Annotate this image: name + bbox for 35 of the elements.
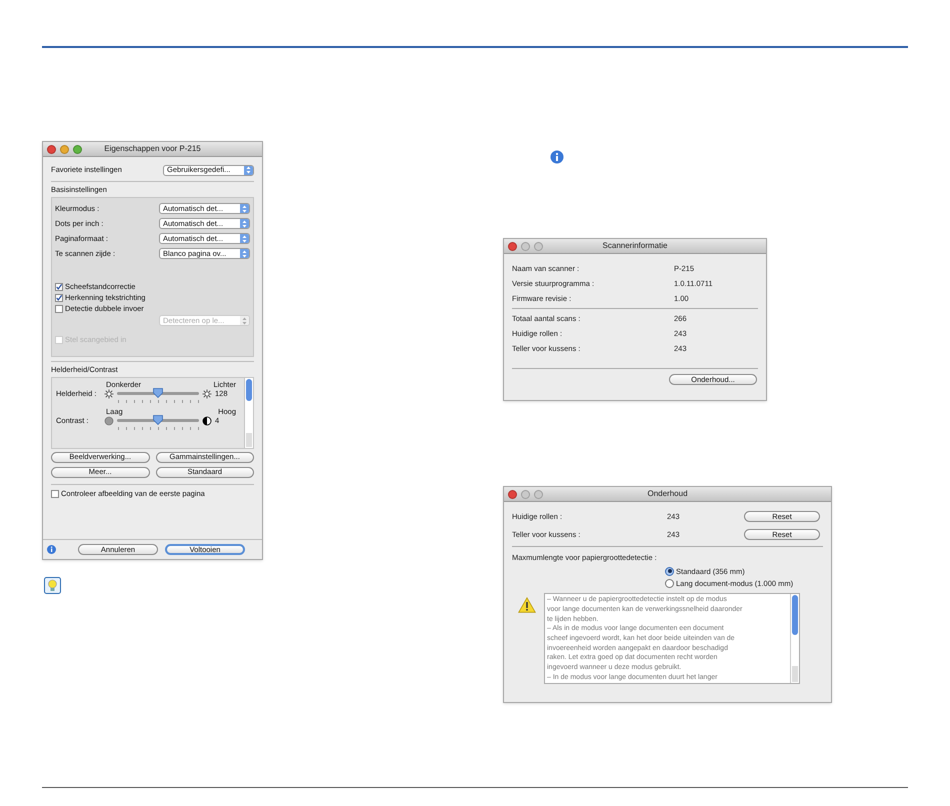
close-button[interactable]	[508, 490, 517, 498]
dim-sun-icon	[104, 388, 114, 398]
up-down-arrows-icon	[242, 220, 247, 228]
close-button[interactable]	[47, 144, 56, 154]
minimize-button[interactable]	[521, 490, 530, 498]
checkbox[interactable]	[55, 294, 63, 302]
warning-icon	[518, 597, 536, 614]
low-contrast-icon	[104, 416, 114, 426]
window-title: Eigenschappen voor P-215	[103, 143, 202, 155]
window-title: Scannerinformatie	[602, 240, 668, 252]
scrollbar[interactable]	[244, 378, 253, 448]
up-down-arrows-icon	[246, 166, 251, 174]
checkbox[interactable]	[55, 304, 63, 313]
close-button[interactable]	[508, 242, 517, 250]
bright-sun-icon	[202, 388, 212, 398]
radio-button[interactable]	[665, 578, 674, 588]
zoom-button[interactable]	[534, 242, 543, 250]
zoom-button[interactable]	[534, 490, 543, 498]
zoom-button[interactable]	[73, 144, 82, 154]
checkbox[interactable]	[51, 490, 59, 498]
up-down-arrows-icon	[242, 234, 247, 243]
up-down-arrows-icon	[242, 316, 247, 325]
minimize-button[interactable]	[60, 144, 69, 154]
text-area[interactable]	[544, 593, 800, 684]
window-title: Onderhoud	[646, 488, 689, 500]
radio-button[interactable]	[665, 566, 674, 576]
lightbulb-tip-icon	[44, 577, 61, 594]
up-down-arrows-icon	[242, 250, 247, 258]
info-icon[interactable]	[47, 545, 56, 554]
checkbox[interactable]	[55, 282, 63, 291]
high-contrast-icon	[202, 416, 212, 426]
scrollbar[interactable]	[790, 594, 799, 684]
info-icon	[550, 150, 564, 164]
minimize-button[interactable]	[521, 242, 530, 250]
up-down-arrows-icon	[242, 204, 247, 213]
